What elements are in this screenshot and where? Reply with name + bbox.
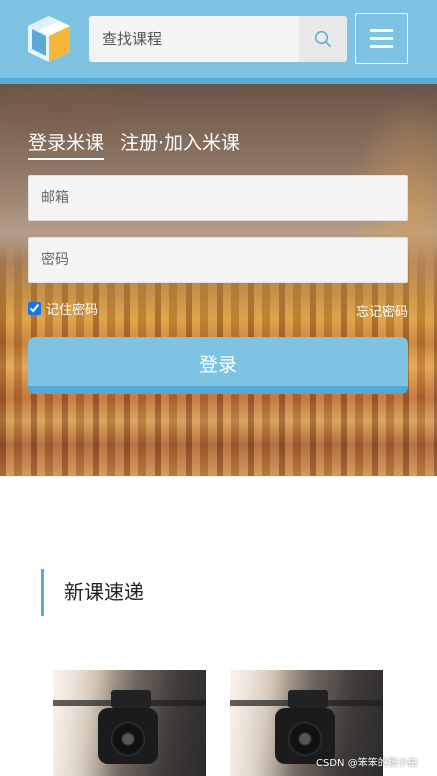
search-button[interactable]	[299, 16, 347, 62]
login-button[interactable]: 登录	[28, 337, 408, 394]
email-field[interactable]	[28, 175, 408, 221]
top-header	[0, 0, 437, 84]
watermark: CSDN @笨笨的张小白	[316, 758, 418, 769]
tab-login[interactable]: 登录米课	[28, 131, 105, 160]
forgot-password-link[interactable]: 忘记密码	[356, 301, 408, 320]
remember-password-checkbox[interactable]	[28, 302, 41, 315]
password-field[interactable]	[28, 237, 408, 283]
search-icon	[314, 30, 331, 47]
remember-password-label: 记住密码	[46, 303, 99, 318]
tab-register[interactable]: 注册·加入米课	[120, 131, 240, 155]
hamburger-menu-icon	[370, 29, 393, 32]
menu-toggle-button[interactable]	[355, 13, 408, 64]
course-card[interactable]	[53, 670, 206, 776]
cube-logo-icon[interactable]	[26, 14, 72, 64]
remember-password[interactable]: 记住密码	[28, 299, 98, 318]
search-box	[89, 16, 347, 62]
search-input[interactable]	[89, 16, 299, 62]
section-title-new-courses: 新课速递	[41, 569, 144, 616]
